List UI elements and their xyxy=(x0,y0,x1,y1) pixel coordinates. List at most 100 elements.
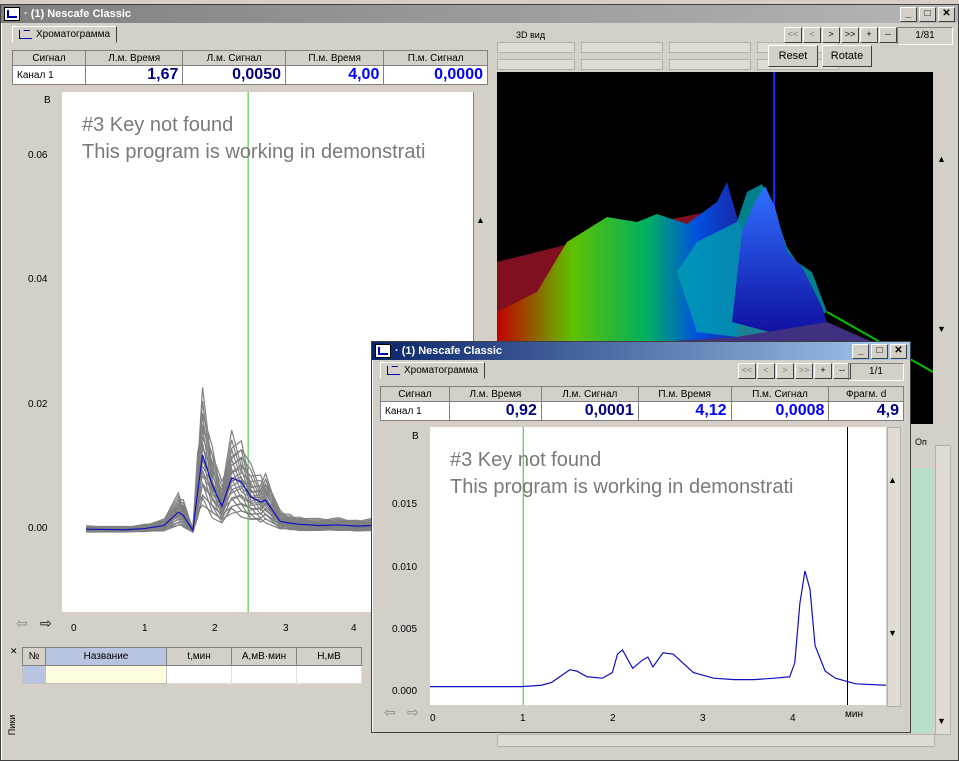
right-green-panel xyxy=(908,468,934,733)
scroll-right-arrow-icon[interactable]: ⇨ xyxy=(40,615,52,632)
nav-next-button[interactable]: > xyxy=(822,27,840,43)
view3d-scroll-down[interactable]: ▼ xyxy=(937,324,946,334)
peaks-cell[interactable] xyxy=(231,665,297,684)
peaks-cell[interactable] xyxy=(22,665,46,684)
right-scrollbar[interactable] xyxy=(935,445,951,735)
back-window-titlebar[interactable]: · (1) Nescafe Classic _ □ ✕ xyxy=(1,5,958,23)
left-marker-signal: 0,0050 xyxy=(182,65,286,85)
slider[interactable] xyxy=(581,42,663,53)
x-tick: 2 xyxy=(610,713,616,724)
x-tick: 2 xyxy=(212,623,218,634)
slider[interactable] xyxy=(497,59,575,70)
x-tick: 0 xyxy=(430,713,436,724)
col-header: Л.м. Сигнал xyxy=(540,386,639,402)
peaks-cell[interactable] xyxy=(166,665,232,684)
col-header: Фрагм. d xyxy=(828,386,904,402)
nav-add-button[interactable]: + xyxy=(814,363,832,379)
y-tick: 0.005 xyxy=(392,624,418,635)
back-plot-scroll-up[interactable]: ▲ xyxy=(476,215,485,225)
nav-add-button[interactable]: + xyxy=(860,27,878,43)
slider[interactable] xyxy=(581,59,663,70)
front-measure-table: Сигнал Л.м. Время Л.м. Сигнал П.м. Время… xyxy=(380,386,904,421)
slider[interactable] xyxy=(669,59,751,70)
demo-line-2: This program is working in demonstrati xyxy=(82,141,426,163)
front-scroll-down[interactable]: ▼ xyxy=(888,628,897,638)
close-button[interactable]: ✕ xyxy=(890,343,907,359)
reset-button[interactable]: Reset xyxy=(768,45,818,67)
nav-first-button[interactable]: << xyxy=(784,27,802,43)
bottom-scrollbar[interactable] xyxy=(497,734,935,747)
col-header: П.м. Время xyxy=(284,50,385,66)
back-measure-table: Сигнал Л.м. Время Л.м. Сигнал П.м. Время… xyxy=(11,50,488,85)
chromatogram-icon xyxy=(387,366,400,375)
nav-first-button[interactable]: << xyxy=(738,363,756,379)
minimize-button[interactable]: _ xyxy=(852,343,869,359)
nav-last-button[interactable]: >> xyxy=(841,27,859,43)
demo-line-2: This program is working in demonstrati xyxy=(450,476,794,498)
scroll-left-arrow-icon[interactable]: ⇦ xyxy=(384,704,396,721)
tab-chromatogram[interactable]: Хроматограмма xyxy=(380,362,486,379)
front-window-titlebar[interactable]: · (1) Nescafe Classic _ □ ✕ xyxy=(372,342,910,360)
front-scroll-up[interactable]: ▲ xyxy=(888,475,897,485)
back-counter: 1/81 xyxy=(897,27,953,45)
back-window-title: · (1) Nescafe Classic xyxy=(24,8,131,20)
nav-remove-button[interactable]: -- xyxy=(879,27,897,43)
peaks-cell-selected[interactable] xyxy=(45,665,167,684)
x-tick: 4 xyxy=(790,713,796,724)
right-marker-signal: 0,0008 xyxy=(730,401,830,421)
chromatogram-icon xyxy=(19,30,32,39)
peaks-col-header: H,мВ xyxy=(296,647,362,666)
nav-next-button[interactable]: > xyxy=(776,363,794,379)
channel-label: Канал 1 xyxy=(11,65,87,85)
tab-label: Хроматограмма xyxy=(404,365,479,376)
nav-prev-button[interactable]: < xyxy=(757,363,775,379)
slider[interactable] xyxy=(669,42,751,53)
nav-prev-button[interactable]: < xyxy=(803,27,821,43)
view3d-scroll-up[interactable]: ▲ xyxy=(937,154,946,164)
peaks-col-header: t,мин xyxy=(166,647,232,666)
close-button[interactable]: ✕ xyxy=(938,6,955,22)
left-marker-time: 1,67 xyxy=(85,65,184,85)
view3d-label: 3D вид xyxy=(516,30,546,40)
peaks-side-label: Пики xyxy=(7,714,18,736)
maximize-button[interactable]: □ xyxy=(919,6,936,22)
x-tick: 3 xyxy=(283,623,289,634)
fragment-value: 4,9 xyxy=(828,401,904,421)
rotate-button[interactable]: Rotate xyxy=(822,45,872,67)
front-vertical-scrollbar[interactable] xyxy=(887,427,901,707)
peaks-col-header: A,мВ·мин xyxy=(231,647,297,666)
demo-notice: #3 Key not found This program is working… xyxy=(450,447,866,501)
y-tick: 0.02 xyxy=(28,399,48,410)
right-scroll-down[interactable]: ▼ xyxy=(937,716,946,726)
y-unit: В xyxy=(412,431,419,442)
y-unit: В xyxy=(44,95,51,106)
nav-last-button[interactable]: >> xyxy=(795,363,813,379)
minimize-button[interactable]: _ xyxy=(900,6,917,22)
peaks-col-header: № xyxy=(22,647,46,666)
col-header: Л.м. Время xyxy=(85,50,184,66)
y-tick: 0.00 xyxy=(28,523,48,534)
channel-label: Канал 1 xyxy=(380,401,450,421)
peaks-cell[interactable] xyxy=(296,665,362,684)
col-header: Л.м. Сигнал xyxy=(182,50,286,66)
slider[interactable] xyxy=(497,42,575,53)
y-tick: 0.015 xyxy=(392,499,418,510)
demo-line-1: #3 Key not found xyxy=(450,449,602,471)
col-header: П.м. Сигнал xyxy=(383,50,488,66)
peaks-close-icon[interactable]: ✕ xyxy=(10,646,18,657)
scroll-right-arrow-icon[interactable]: ⇨ xyxy=(407,704,419,721)
tab-chromatogram[interactable]: Хроматограмма xyxy=(12,26,118,43)
right-marker-signal: 0,0000 xyxy=(383,65,488,85)
front-counter: 1/1 xyxy=(848,363,904,381)
x-tick: 4 xyxy=(351,623,357,634)
tab-label: Хроматограмма xyxy=(36,29,111,40)
col-header: П.м. Сигнал xyxy=(730,386,830,402)
x-tick: 1 xyxy=(142,623,148,634)
peaks-table: № Название t,мин A,мВ·мин H,мВ xyxy=(22,647,362,684)
scroll-left-arrow-icon[interactable]: ⇦ xyxy=(16,615,28,632)
maximize-button[interactable]: □ xyxy=(871,343,888,359)
back-nav-buttons: << < > >> + -- xyxy=(784,27,897,43)
x-unit: мин xyxy=(845,709,863,720)
app-icon xyxy=(375,344,391,358)
col-header: Сигнал xyxy=(380,386,450,402)
